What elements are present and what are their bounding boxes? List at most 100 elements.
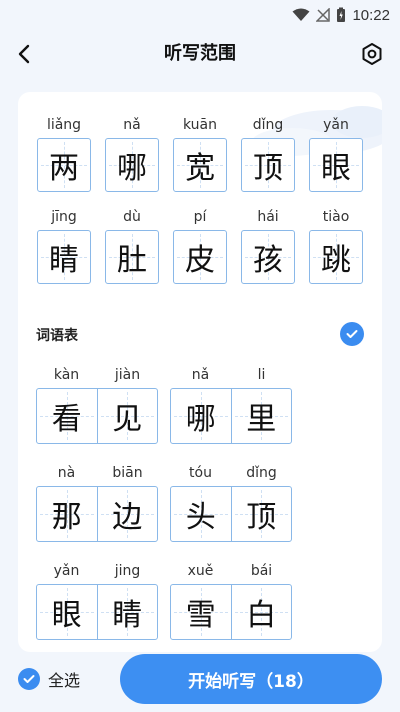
status-time: 10:22	[352, 6, 390, 24]
word-section-header: 词语表	[36, 322, 364, 350]
start-dictation-button[interactable]: 开始听写（18）	[120, 654, 382, 704]
tianzi-box: 顶	[230, 487, 292, 541]
page-title: 听写范围	[164, 43, 236, 64]
character-item[interactable]: dù 肚	[104, 204, 160, 284]
tianzi-box: 眼	[37, 585, 97, 639]
word-pinyin: yǎn jing	[36, 558, 158, 584]
header: 听写范围	[0, 30, 400, 78]
word-box: 哪里	[170, 388, 292, 444]
hanzi: 眼	[321, 151, 351, 186]
word-item[interactable]: nà biān 那边	[36, 460, 158, 542]
status-icons: 10:22	[292, 5, 390, 25]
word-box: 头顶	[170, 486, 292, 542]
character-row: jīng 睛 dù 肚 pí 皮 hái 孩 tiào 跳	[36, 204, 366, 284]
tianzi-box: 边	[96, 487, 158, 541]
word-pinyin: nǎ li	[170, 362, 292, 388]
tianzi-box: 皮	[173, 230, 227, 284]
section-select-checkbox[interactable]	[340, 322, 364, 346]
tianzi-box: 顶	[241, 138, 295, 192]
select-all-toggle[interactable]: 全选	[18, 666, 80, 692]
pinyin: yǎn	[53, 563, 80, 579]
pinyin: xuě	[187, 563, 214, 579]
pinyin: kàn	[53, 367, 80, 383]
hanzi: 哪	[117, 151, 147, 186]
hanzi: 睛	[112, 598, 143, 633]
chevron-left-icon	[18, 44, 30, 64]
tianzi-box: 里	[230, 389, 292, 443]
character-item[interactable]: liǎng 两	[36, 112, 92, 192]
character-item[interactable]: kuān 宽	[172, 112, 228, 192]
section-title: 词语表	[36, 328, 78, 344]
tianzi-box: 睛	[96, 585, 158, 639]
pinyin: dù	[123, 209, 141, 225]
hanzi: 睛	[49, 243, 79, 278]
no-signal-icon	[316, 8, 331, 22]
word-item[interactable]: tóu dǐng 头顶	[170, 460, 292, 542]
pinyin: pí	[193, 209, 207, 225]
hanzi: 雪	[185, 598, 216, 633]
hanzi: 顶	[253, 151, 283, 186]
character-item[interactable]: nǎ 哪	[104, 112, 160, 192]
hexagon-settings-icon	[362, 43, 382, 65]
hanzi: 跳	[321, 243, 351, 278]
character-item[interactable]: dǐng 顶	[240, 112, 296, 192]
pinyin: kuān	[182, 117, 217, 133]
settings-button[interactable]	[358, 40, 386, 68]
character-item[interactable]: pí 皮	[172, 204, 228, 284]
hanzi: 那	[51, 500, 82, 535]
word-item[interactable]: yǎn jing 眼睛	[36, 558, 158, 640]
pinyin: jīng	[51, 209, 77, 225]
back-button[interactable]	[10, 40, 38, 68]
word-box: 那边	[36, 486, 158, 542]
select-all-checkbox[interactable]	[18, 668, 40, 690]
word-row: nà biān 那边 tóu dǐng 头顶	[36, 460, 366, 542]
tianzi-box: 跳	[309, 230, 363, 284]
checkmark-icon	[23, 675, 35, 683]
word-pinyin: xuě bái	[170, 558, 292, 584]
tianzi-box: 白	[230, 585, 292, 639]
word-box: 看见	[36, 388, 158, 444]
tianzi-box: 哪	[171, 389, 231, 443]
pinyin: bái	[250, 563, 273, 579]
tianzi-box: 见	[96, 389, 158, 443]
word-pinyin: kàn jiàn	[36, 362, 158, 388]
select-all-label: 全选	[48, 671, 81, 690]
word-grid: kàn jiàn 看见 nǎ li 哪里 nà biān 那边 tóu dǐng 头顶 …	[36, 362, 366, 652]
tianzi-box: 看	[37, 389, 97, 443]
content-card: liǎng 两 nǎ 哪 kuān 宽 dǐng 顶 yǎn 眼 jīng 睛 dù 肚 pí…	[18, 92, 382, 652]
word-pinyin: nà biān	[36, 460, 158, 486]
checkmark-icon	[346, 330, 358, 338]
word-item[interactable]: nǎ li 哪里	[170, 362, 292, 444]
hanzi: 见	[112, 402, 143, 437]
battery-icon	[337, 7, 346, 22]
tianzi-box: 头	[171, 487, 231, 541]
tianzi-box: 雪	[171, 585, 231, 639]
status-bar: 10:22	[0, 0, 400, 30]
tianzi-box: 肚	[105, 230, 159, 284]
hanzi: 哪	[185, 402, 216, 437]
tianzi-box: 睛	[37, 230, 91, 284]
word-item[interactable]: xuě bái 雪白	[170, 558, 292, 640]
character-item[interactable]: hái 孩	[240, 204, 296, 284]
hanzi: 宽	[185, 151, 215, 186]
hanzi: 皮	[185, 243, 215, 278]
pinyin: biān	[112, 465, 143, 481]
word-row: kàn jiàn 看见 nǎ li 哪里	[36, 362, 366, 444]
pinyin: dǐng	[246, 465, 277, 481]
pinyin: liǎng	[46, 117, 82, 133]
hanzi: 里	[246, 402, 277, 437]
pinyin: nǎ	[123, 117, 141, 133]
hanzi: 眼	[51, 598, 82, 633]
character-item[interactable]: yǎn 眼	[308, 112, 364, 192]
pinyin: jiàn	[114, 367, 141, 383]
character-item[interactable]: jīng 睛	[36, 204, 92, 284]
tianzi-box: 孩	[241, 230, 295, 284]
hanzi: 边	[112, 500, 143, 535]
word-item[interactable]: kàn jiàn 看见	[36, 362, 158, 444]
word-pinyin: tóu dǐng	[170, 460, 292, 486]
character-row: liǎng 两 nǎ 哪 kuān 宽 dǐng 顶 yǎn 眼	[36, 112, 366, 192]
pinyin: yǎn	[323, 117, 349, 133]
hanzi: 两	[49, 151, 79, 186]
character-item[interactable]: tiào 跳	[308, 204, 364, 284]
word-row: yǎn jing 眼睛 xuě bái 雪白	[36, 558, 366, 640]
